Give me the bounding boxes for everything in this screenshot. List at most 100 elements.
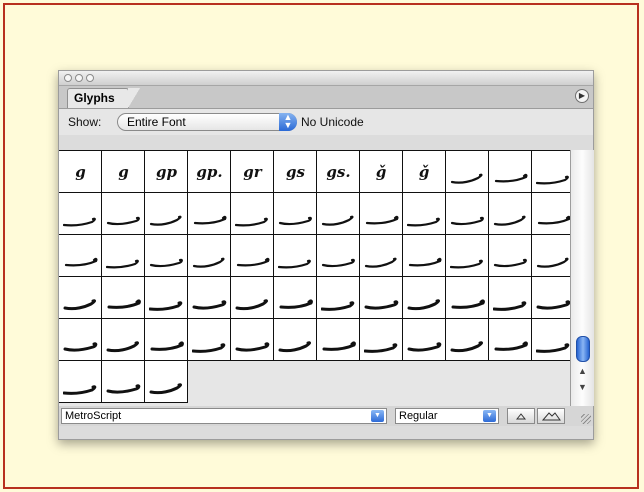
glyph-cell[interactable]: ǧ: [403, 151, 446, 193]
script-gr-ligature-glyph: gr: [243, 163, 262, 181]
glyph-cell[interactable]: [145, 361, 188, 403]
glyph-cell[interactable]: [489, 319, 532, 361]
glyph-cell[interactable]: [489, 235, 532, 277]
glyph-cell[interactable]: gp: [145, 151, 188, 193]
glyph-cell[interactable]: [145, 193, 188, 235]
resize-grip-icon[interactable]: [581, 414, 591, 424]
glyph-cell[interactable]: [446, 319, 489, 361]
glyph-cell[interactable]: [231, 235, 274, 277]
tab-glyphs[interactable]: Glyphs: [67, 88, 140, 108]
show-dropdown[interactable]: Entire Font ▲ ▼: [117, 113, 297, 131]
glyph-cell[interactable]: [145, 277, 188, 319]
glyph-cell[interactable]: [532, 319, 575, 361]
glyph-cell[interactable]: [102, 235, 145, 277]
swash-ending-glyph: [493, 215, 526, 226]
glyph-cell[interactable]: [188, 235, 231, 277]
swash-ending-glyph: [64, 257, 98, 267]
glyph-cell[interactable]: [360, 319, 403, 361]
glyph-cell[interactable]: [274, 193, 317, 235]
glyph-cell[interactable]: [102, 319, 145, 361]
zoom-window-button[interactable]: [86, 74, 94, 82]
panel-menu-button[interactable]: ▶: [575, 89, 589, 103]
dropdown-arrow-icon: ▼: [371, 410, 384, 422]
large-mountain-icon: [541, 412, 561, 421]
glyph-cell[interactable]: [317, 235, 360, 277]
swash-ending-glyph: [107, 299, 141, 309]
glyph-cell[interactable]: [403, 277, 446, 319]
glyph-cell[interactable]: [489, 151, 532, 193]
glyph-cell[interactable]: [188, 319, 231, 361]
glyph-cell[interactable]: [188, 193, 231, 235]
close-window-button[interactable]: [64, 74, 72, 82]
glyph-cell[interactable]: [102, 277, 145, 319]
glyph-cell[interactable]: [360, 277, 403, 319]
glyph-cell[interactable]: [403, 193, 446, 235]
glyph-cell[interactable]: [188, 277, 231, 319]
font-style-dropdown[interactable]: Regular ▼: [395, 408, 499, 424]
glyph-cell[interactable]: [59, 193, 102, 235]
glyph-cell[interactable]: [231, 193, 274, 235]
scroll-up-arrow-icon[interactable]: ▲: [578, 366, 587, 376]
glyph-cell[interactable]: [231, 319, 274, 361]
swash-ending-glyph: [235, 342, 270, 352]
glyph-cell[interactable]: [317, 277, 360, 319]
glyph-cell[interactable]: [489, 193, 532, 235]
swash-ending-glyph: [450, 216, 484, 226]
glyph-cell[interactable]: [102, 193, 145, 235]
glyph-cell[interactable]: [274, 277, 317, 319]
swash-ending-glyph: [278, 216, 312, 226]
glyph-cell[interactable]: [360, 193, 403, 235]
font-bar: MetroScript ▼ Regular ▼: [59, 406, 593, 426]
font-family-dropdown[interactable]: MetroScript ▼: [61, 408, 387, 424]
swash-ending-glyph: [450, 341, 483, 353]
swash-ending-glyph: [537, 215, 571, 225]
glyph-cell[interactable]: g: [59, 151, 102, 193]
zoom-out-button[interactable]: [507, 408, 535, 424]
zoom-in-button[interactable]: [537, 408, 565, 424]
scrollbar-thumb[interactable]: [576, 336, 590, 362]
swash-ending-glyph: [235, 217, 268, 227]
glyph-cell[interactable]: gr: [231, 151, 274, 193]
glyph-cell[interactable]: g: [102, 151, 145, 193]
glyph-cell[interactable]: [446, 151, 489, 193]
glyph-cell[interactable]: gs: [274, 151, 317, 193]
swash-ending-glyph: [278, 341, 311, 353]
glyph-cell[interactable]: ǧ: [360, 151, 403, 193]
script-gs-ligature-glyph: gs: [286, 163, 305, 181]
panel-titlebar[interactable]: [59, 71, 593, 86]
swash-ending-glyph: [536, 343, 570, 353]
glyph-cell[interactable]: gp.: [188, 151, 231, 193]
minimize-window-button[interactable]: [75, 74, 83, 82]
glyph-cell[interactable]: [532, 277, 575, 319]
glyph-cell[interactable]: [532, 193, 575, 235]
glyph-cell[interactable]: [446, 277, 489, 319]
glyph-cell[interactable]: [59, 277, 102, 319]
glyph-cell[interactable]: [360, 235, 403, 277]
glyph-cell[interactable]: [446, 235, 489, 277]
glyph-cell[interactable]: [59, 235, 102, 277]
vertical-scrollbar[interactable]: ▲ ▼: [570, 150, 594, 406]
scroll-down-arrow-icon[interactable]: ▼: [578, 382, 587, 392]
glyph-cell[interactable]: [59, 319, 102, 361]
glyph-cell[interactable]: [274, 235, 317, 277]
glyph-cell[interactable]: [274, 319, 317, 361]
glyph-cell[interactable]: [102, 361, 145, 403]
script-gp-dot-glyph: gp.: [196, 163, 223, 181]
script-g-caron-glyph: ǧ: [376, 163, 387, 181]
glyph-cell[interactable]: [317, 193, 360, 235]
glyph-cell[interactable]: [403, 319, 446, 361]
glyph-cell[interactable]: [532, 151, 575, 193]
glyph-cell[interactable]: [403, 235, 446, 277]
glyph-cell[interactable]: [145, 319, 188, 361]
glyph-cell[interactable]: [145, 235, 188, 277]
swash-ending-glyph: [364, 300, 399, 310]
glyph-cell[interactable]: [231, 277, 274, 319]
glyph-cell[interactable]: [489, 277, 532, 319]
glyph-cell[interactable]: [446, 193, 489, 235]
glyph-cell[interactable]: [317, 319, 360, 361]
updown-arrows-icon: ▲ ▼: [279, 113, 297, 131]
glyph-cell[interactable]: gs.: [317, 151, 360, 193]
swash-ending-glyph: [365, 215, 399, 225]
glyph-cell[interactable]: [532, 235, 575, 277]
glyph-cell[interactable]: [59, 361, 102, 403]
